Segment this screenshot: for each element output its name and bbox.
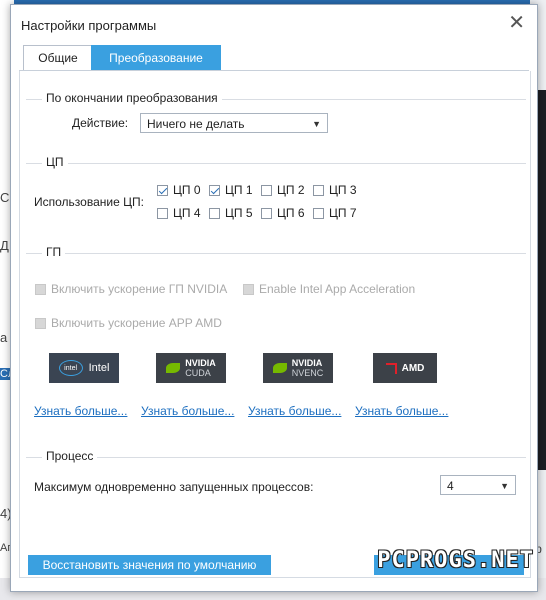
cpu-3-label: ЦП 3 xyxy=(329,183,357,197)
cpu-4-checkbox[interactable]: ЦП 4 xyxy=(157,206,201,220)
intel-mark-icon: intel xyxy=(58,360,83,376)
restore-defaults-button[interactable]: Восстановить значения по умолчанию xyxy=(28,555,271,575)
dropdown-arrow-icon: ▼ xyxy=(312,119,321,129)
gpu-group-title: ГП xyxy=(42,245,66,259)
cpu-1-label: ЦП 1 xyxy=(225,183,253,197)
cpu-6-label: ЦП 6 xyxy=(277,206,305,220)
nvidia-logo-text: NVIDIA xyxy=(185,358,216,368)
checkbox-icon xyxy=(313,207,324,219)
nvidia-nvenc-logo: NVIDIA NVENC xyxy=(263,353,333,383)
process-group-title: Процесс xyxy=(42,449,98,463)
after-conversion-group-title: По окончании преобразования xyxy=(42,91,222,105)
cpu-usage-label: Использование ЦП: xyxy=(34,195,144,209)
checkbox-icon xyxy=(209,184,220,196)
amd-acceleration-label: Включить ускорение APP AMD xyxy=(51,316,222,330)
action-select-value: Ничего не делать xyxy=(147,117,245,131)
checkbox-icon xyxy=(209,207,220,219)
learn-more-nvenc-link[interactable]: Узнать больше... xyxy=(248,404,341,418)
group-divider xyxy=(26,457,526,458)
nvidia-eye-icon xyxy=(272,363,287,373)
close-icon[interactable]: ✕ xyxy=(508,13,525,33)
cpu-2-checkbox[interactable]: ЦП 2 xyxy=(261,183,305,197)
bg-text-fragment: а xyxy=(0,330,8,345)
tab-general[interactable]: Общие xyxy=(23,45,93,70)
nvidia-logo-text: NVIDIA xyxy=(291,358,323,368)
checkbox-icon xyxy=(313,184,324,196)
action-select[interactable]: Ничего не делать ▼ xyxy=(140,113,328,133)
group-divider xyxy=(26,253,526,254)
amd-acceleration-checkbox[interactable]: Включить ускорение APP AMD xyxy=(35,316,222,330)
nvidia-eye-icon xyxy=(166,363,181,373)
intel-logo-text: Intel xyxy=(88,362,110,374)
intel-acceleration-checkbox[interactable]: Enable Intel App Acceleration xyxy=(243,282,415,296)
cpu-3-checkbox[interactable]: ЦП 3 xyxy=(313,183,357,197)
amd-logo: AMD xyxy=(373,353,437,383)
group-divider xyxy=(26,163,526,164)
watermark: PCPROGS.NET xyxy=(377,548,534,573)
bg-text-fragment: Д xyxy=(0,238,9,253)
cpu-5-label: ЦП 5 xyxy=(225,206,253,220)
checkbox-icon xyxy=(35,283,46,295)
checkbox-icon xyxy=(157,184,168,196)
dialog-title: Настройки программы xyxy=(21,18,157,33)
action-label: Действие: xyxy=(72,116,129,130)
conversion-settings-panel: По окончании преобразования Действие: Ни… xyxy=(19,71,531,578)
cpu-2-label: ЦП 2 xyxy=(277,183,305,197)
cpu-1-checkbox[interactable]: ЦП 1 xyxy=(209,183,253,197)
tab-conversion[interactable]: Преобразование xyxy=(91,45,221,71)
checkbox-icon xyxy=(157,207,168,219)
checkbox-icon xyxy=(261,207,272,219)
amd-arrow-icon xyxy=(385,362,397,374)
max-processes-value: 4 xyxy=(447,479,454,493)
learn-more-intel-link[interactable]: Узнать больше... xyxy=(34,404,127,418)
cpu-4-label: ЦП 4 xyxy=(173,206,201,220)
nvidia-acceleration-checkbox[interactable]: Включить ускорение ГП NVIDIA xyxy=(35,282,227,296)
bg-text-fragment: С xyxy=(0,190,10,205)
cpu-0-checkbox[interactable]: ЦП 0 xyxy=(157,183,201,197)
cpu-6-checkbox[interactable]: ЦП 6 xyxy=(261,206,305,220)
learn-more-amd-link[interactable]: Узнать больше... xyxy=(355,404,448,418)
checkbox-icon xyxy=(261,184,272,196)
nvidia-acceleration-label: Включить ускорение ГП NVIDIA xyxy=(51,282,228,296)
cuda-logo-text: CUDA xyxy=(185,368,211,378)
amd-logo-text: AMD xyxy=(401,362,425,374)
dropdown-arrow-icon: ▼ xyxy=(500,481,509,491)
intel-logo: intel Intel xyxy=(49,353,119,383)
nvidia-cuda-logo: NVIDIA CUDA xyxy=(156,353,226,383)
checkbox-icon xyxy=(243,283,254,295)
cpu-7-label: ЦП 7 xyxy=(329,206,357,220)
cpu-0-label: ЦП 0 xyxy=(173,183,201,197)
checkbox-icon xyxy=(35,317,46,329)
nvenc-logo-text: NVENC xyxy=(291,368,324,378)
learn-more-cuda-link[interactable]: Узнать больше... xyxy=(141,404,234,418)
intel-acceleration-label: Enable Intel App Acceleration xyxy=(259,282,416,296)
settings-dialog: Настройки программы ✕ Общие Преобразован… xyxy=(10,4,538,592)
cpu-7-checkbox[interactable]: ЦП 7 xyxy=(313,206,357,220)
max-processes-label: Максимум одновременно запущенных процесс… xyxy=(34,480,314,494)
cpu-group-title: ЦП xyxy=(42,155,68,169)
cpu-5-checkbox[interactable]: ЦП 5 xyxy=(209,206,253,220)
max-processes-select[interactable]: 4 ▼ xyxy=(440,475,516,495)
